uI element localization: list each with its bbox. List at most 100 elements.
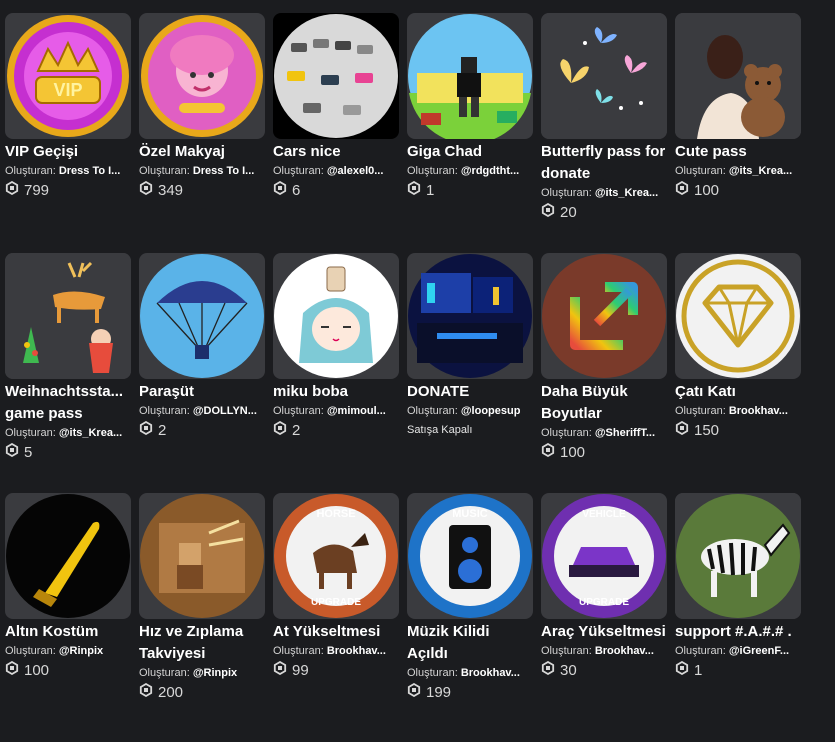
pass-title[interactable]: Cars nice (273, 141, 399, 163)
pass-card[interactable]: Butterfly pass for donate Oluşturan: @it… (541, 13, 667, 223)
pass-thumbnail[interactable] (541, 253, 667, 379)
pass-title[interactable]: Hız ve Zıplama Takviyesi (139, 621, 265, 665)
creator-link[interactable]: @alexel0... (327, 165, 384, 177)
avatar-game-icon (408, 14, 532, 139)
creator-link[interactable]: @rdgdtht... (461, 165, 519, 177)
pass-thumbnail[interactable] (541, 13, 667, 139)
pass-creator: Oluşturan: @alexel0... (273, 165, 384, 177)
pass-title[interactable]: Çatı Katı (675, 381, 801, 403)
creator-link[interactable]: @Rinpix (59, 645, 103, 657)
cars-parking-icon (274, 14, 398, 138)
creator-link[interactable]: @its_Krea... (729, 165, 792, 177)
pass-creator: Oluşturan: @rdgdtht... (407, 165, 520, 177)
pass-creator: Oluşturan: Brookhav... (675, 405, 788, 417)
pass-card[interactable]: Giga Chad Oluşturan: @rdgdtht... 1 (407, 13, 533, 201)
pass-title[interactable]: At Yükseltmesi (273, 621, 399, 643)
robux-icon (675, 660, 689, 681)
creator-link[interactable]: @iGreenF... (729, 645, 789, 657)
pass-thumbnail[interactable] (5, 493, 131, 619)
pass-title[interactable]: Butterfly pass for donate (541, 141, 667, 185)
creator-link[interactable]: @SheriffT... (595, 427, 655, 439)
creator-link[interactable]: @DOLLYN... (193, 405, 257, 417)
pass-price: 5 (5, 442, 131, 463)
robux-icon (5, 442, 19, 463)
pass-thumbnail[interactable] (273, 13, 399, 139)
pass-card[interactable]: Çatı Katı Oluşturan: Brookhav... 150 (675, 253, 801, 441)
pass-title[interactable]: Altın Kostüm (5, 621, 131, 643)
robux-icon (273, 180, 287, 201)
pass-creator: Oluşturan: Brookhav... (407, 667, 520, 679)
pass-thumbnail[interactable]: MUSIC (407, 493, 533, 619)
pass-thumbnail[interactable] (407, 253, 533, 379)
vehicle-upgrade-icon: VEHICLE UPGRADE (542, 494, 666, 618)
pass-title[interactable]: support #.A.#.# . (675, 621, 801, 643)
creator-link[interactable]: Dress To I... (193, 165, 255, 177)
pass-title[interactable]: Araç Yükseltmesi (541, 621, 667, 643)
pass-price: 799 (5, 180, 131, 201)
pass-card[interactable]: Hız ve Zıplama Takviyesi Oluşturan: @Rin… (139, 493, 265, 703)
pass-title[interactable]: Weihnachtssta... game pass (5, 381, 131, 425)
pass-card[interactable]: support #.A.#.# . Oluşturan: @iGreenF...… (675, 493, 801, 681)
pass-price: 100 (5, 660, 131, 681)
vip-crown-icon: VIP (7, 15, 129, 137)
zebra-icon (675, 493, 801, 619)
pass-thumbnail[interactable] (139, 13, 265, 139)
svg-text:MUSIC: MUSIC (452, 508, 488, 520)
creator-link[interactable]: @its_Krea... (59, 427, 122, 439)
pass-title[interactable]: Paraşüt (139, 381, 265, 403)
pass-creator: Oluşturan: @SheriffT... (541, 427, 656, 439)
pass-price: 100 (541, 442, 667, 463)
creator-link[interactable]: Brookhav... (595, 645, 654, 657)
pass-thumbnail[interactable] (675, 493, 801, 619)
pass-card[interactable]: Paraşüt Oluşturan: @DOLLYN... 2 (139, 253, 265, 441)
pass-creator: Oluşturan: @Rinpix (139, 667, 238, 679)
robux-icon (407, 682, 421, 703)
pass-card[interactable]: miku boba Oluşturan: @mimoul... 2 (273, 253, 399, 441)
parachute-icon (140, 254, 264, 378)
svg-text:VEHICLE: VEHICLE (582, 509, 626, 520)
pass-card[interactable]: Cute pass Oluşturan: @its_Krea... 100 (675, 13, 801, 201)
pass-card[interactable]: VIP VIP Geçişi Oluşturan: Dress To I... … (5, 13, 131, 201)
creator-link[interactable]: Brookhav... (461, 667, 520, 679)
pass-creator: Oluşturan: @its_Krea... (5, 427, 123, 439)
pass-price: 20 (541, 202, 667, 223)
pass-card[interactable]: Cars nice Oluşturan: @alexel0... 6 (273, 13, 399, 201)
creator-link[interactable]: @Rinpix (193, 667, 237, 679)
creator-link[interactable]: Dress To I... (59, 165, 121, 177)
pass-card[interactable]: Özel Makyaj Oluşturan: Dress To I... 349 (139, 13, 265, 201)
pass-title[interactable]: VIP Geçişi (5, 141, 131, 163)
pass-thumbnail[interactable] (273, 253, 399, 379)
pass-card[interactable]: Altın Kostüm Oluşturan: @Rinpix 100 (5, 493, 131, 681)
pass-title[interactable]: Daha Büyük Boyutlar (541, 381, 667, 425)
pass-title[interactable]: miku boba (273, 381, 399, 403)
pass-thumbnail[interactable]: HORSE UPGRADE (273, 493, 399, 619)
creator-link[interactable]: @mimoul... (327, 405, 386, 417)
pass-thumbnail[interactable] (5, 253, 131, 379)
pass-title[interactable]: Giga Chad (407, 141, 533, 163)
creator-link[interactable]: Brookhav... (327, 645, 386, 657)
pass-card[interactable]: Weihnachtssta... game pass Oluşturan: @i… (5, 253, 131, 463)
pass-card[interactable]: MUSIC Müzik Kilidi Açıldı Oluşturan: Bro… (407, 493, 533, 703)
pass-thumbnail[interactable] (407, 13, 533, 139)
pass-price: 349 (139, 180, 265, 201)
pass-title[interactable]: Müzik Kilidi Açıldı (407, 621, 533, 665)
pass-thumbnail[interactable] (139, 253, 265, 379)
creator-link[interactable]: @loopesup (461, 405, 521, 417)
pass-title[interactable]: Özel Makyaj (139, 141, 265, 163)
svg-text:UPGRADE: UPGRADE (311, 597, 361, 608)
pass-thumbnail[interactable] (139, 493, 265, 619)
robux-icon (139, 682, 153, 703)
pass-thumbnail[interactable]: VIP (5, 13, 131, 139)
pass-card[interactable]: VEHICLE UPGRADE Araç Yükseltmesi Oluştur… (541, 493, 667, 681)
svg-text:VIP: VIP (53, 80, 82, 100)
pass-card[interactable]: DONATE Oluşturan: @loopesup Satışa Kapal… (407, 253, 533, 438)
pass-thumbnail[interactable] (675, 13, 801, 139)
pass-card[interactable]: Daha Büyük Boyutlar Oluşturan: @SheriffT… (541, 253, 667, 463)
pass-card[interactable]: HORSE UPGRADE At Yükseltmesi Oluşturan: … (273, 493, 399, 681)
pass-thumbnail[interactable] (675, 253, 801, 379)
creator-link[interactable]: @its_Krea... (595, 187, 658, 199)
pass-title[interactable]: DONATE (407, 381, 533, 403)
creator-link[interactable]: Brookhav... (729, 405, 788, 417)
pass-title[interactable]: Cute pass (675, 141, 801, 163)
pass-thumbnail[interactable]: VEHICLE UPGRADE (541, 493, 667, 619)
